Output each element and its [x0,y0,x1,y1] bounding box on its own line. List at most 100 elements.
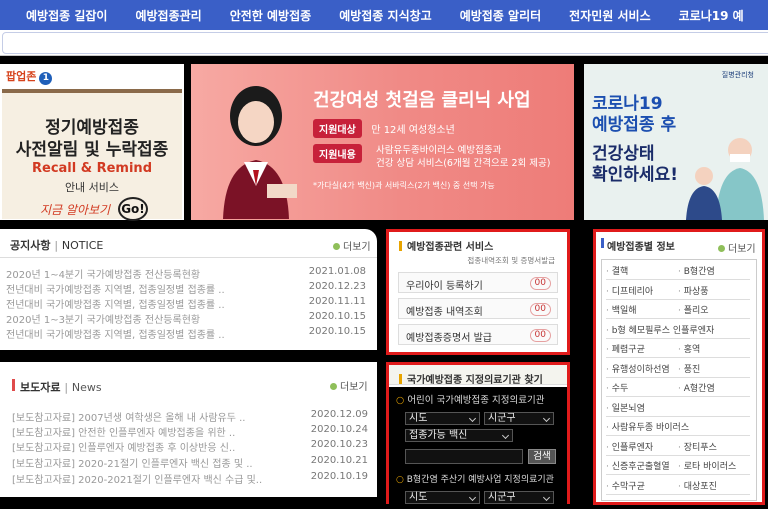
nav-notifier[interactable]: 예방접종 알리터 [460,7,541,24]
vaccine-item[interactable]: 홍역 [678,342,701,355]
vaccine-row-divider [606,415,750,417]
vaccine-item[interactable]: 파상풍 [678,284,709,297]
sido-select[interactable]: 시도 [405,412,480,425]
press-more-link[interactable]: 더보기 [330,378,368,393]
search-box[interactable] [2,32,768,54]
nav-knowledge[interactable]: 예방접종 지식창고 [339,7,432,24]
vaccine-item[interactable]: B형간염 [678,264,715,277]
recall-line2: 사전알림 및 누락접종 [15,140,169,160]
nav-e-service[interactable]: 전자민원 서비스 [569,7,650,24]
notice-row[interactable]: 2020년 1~4분기 국가예방접종 전산등록현황 2021.01.08 [6,266,368,281]
covid-title: 코로나19 예방접종 후 [592,94,677,135]
notice-row[interactable]: 전년대비 국가예방접종 지역별, 접종일정별 접종률 .. 2020.10.15 [6,326,368,341]
services-title: 예방접종관련 서비스 [399,238,493,253]
notice-more-link[interactable]: 더보기 [333,238,371,253]
banner-title: 건강여성 첫걸음 클리닉 사업 [313,90,531,111]
nav-safe[interactable]: 안전한 예방접종 [230,7,311,24]
recall-line4: 안내 서비스 [64,181,120,194]
content-row: 지원내용 [313,144,362,163]
target-row: 지원대상 만 12세 여성청소년 [313,119,455,138]
vaccine-row-divider [606,279,750,280]
nav-covid[interactable]: 코로나19 예 [679,7,744,24]
vaccine-select[interactable]: 접종가능 백신 [405,429,513,442]
services-subtitle: 접종내역조회 및 증명서발급 [467,256,555,265]
child-clinic-label: ○ 어린이 국가예방접종 지정의료기관 [396,395,545,406]
clinic-finder-box: 국가예방접종 지정의료기관 찾기 ○ 어린이 국가예방접종 지정의료기관 시도 … [386,362,570,504]
recall-remind-card[interactable]: 정기예방접종 사전알림 및 누락접종 Recall & Remind 안내 서비… [2,89,182,221]
top-nav: 예방접종 길잡이 예방접종관리 안전한 예방접종 예방접종 지식창고 예방접종 … [0,0,768,30]
sigungu-select[interactable]: 시군구 [484,412,554,425]
press-row[interactable]: [보도참고자료] 2007년생 여학생은 올해 내 사람유두 .. 2020.12… [12,409,370,424]
nav-guide[interactable]: 예방접종 길잡이 [26,7,107,24]
covid-banner[interactable]: 질병관리청 코로나19 예방접종 후 건강상태 확인하세요! [584,64,768,220]
vaccine-more-link[interactable]: 더보기 [718,240,756,255]
vaccine-item[interactable]: 디프테리아 [606,284,653,297]
notice-panel: 공지사항 | NOTICE 더보기 2020년 1~4분기 국가예방접종 전산등… [0,229,377,350]
notice-row[interactable]: 전년대비 국가예방접종 지역별, 접종일정별 접종률 .. 2020.11.11 [6,296,368,311]
vaccine-row-divider [606,435,750,436]
recall-line5: 지금 알아보기 [40,203,111,217]
sub-bar [0,30,768,56]
clinic-finder-title: 국가예방접종 지정의료기관 찾기 [399,371,543,386]
vaccine-item[interactable]: 인플루엔자 [606,440,653,453]
vaccine-row-divider [606,396,750,397]
go-button[interactable]: Go! [118,197,148,221]
vaccination-services-box: 예방접종관련 서비스 접종내역조회 및 증명서발급 우리아이 등록하기 00 예방… [386,229,570,355]
notice-heading: 공지사항 | NOTICE [10,239,104,252]
covid-subtitle: 건강상태 확인하세요! [592,144,678,185]
recall-line3: Recall & Remind [32,161,152,176]
certificate-button[interactable]: 예방접종증명서 발급 00 [398,324,558,345]
clinic-search-button[interactable]: 검색 [528,449,556,464]
press-panel: 보도자료 | News 더보기 [보도참고자료] 2007년생 여학생은 올해 … [0,362,377,497]
vaccine-item[interactable]: 결핵 [606,264,629,277]
history-lookup-button[interactable]: 예방접종 내역조회 00 [398,298,558,319]
vaccine-item[interactable]: 유행성이하선염 [606,362,670,375]
hepb-clinic-label: ○ B형간염 주산기 예방사업 지정의료기관 [396,475,554,485]
vaccine-item[interactable]: 장티푸스 [678,440,717,453]
vaccine-list: 결핵 B형간염디프테리아 파상풍백일해 폴리오 b형 헤모필루스 인플루엔자폐렴구균 홍역… [601,259,757,501]
press-row[interactable]: [보도참고자료] 인플루엔자 예방접종 후 이상반응 신.. 2020.10.23 [12,439,370,454]
vaccine-item[interactable]: A형간염 [678,381,715,394]
target-tag: 지원대상 [313,119,362,138]
press-accent [12,379,15,391]
vaccine-item[interactable]: 폐렴구균 [606,342,645,355]
vaccine-row-divider [606,454,750,456]
popup-zone[interactable]: 팝업존 1 정기예방접종 사전알림 및 누락접종 Recall & Remind … [0,64,184,221]
notice-row[interactable]: 전년대비 국가예방접종 지역별, 접종일정별 접종률 .. 2020.12.23 [6,281,368,296]
vaccine-item[interactable]: 신증후군출혈열 [606,459,670,472]
target-text: 만 12세 여성청소년 [371,125,455,136]
vaccine-row-divider [606,337,750,339]
vaccine-item[interactable]: 대상포진 [678,479,717,492]
nav-management[interactable]: 예방접종관리 [135,7,201,24]
student-illustration [223,86,297,219]
kdca-logo: 질병관리청 [721,71,754,79]
press-row[interactable]: [보도참고자료] 2020-2021절기 인플루엔자 백신 수급 및.. 2020… [12,471,370,486]
vaccine-item[interactable]: 백일해 [606,303,637,316]
press-row[interactable]: [보도참고자료] 2020-21절기 인플루엔자 백신 접종 및 .. 2020.… [12,455,370,470]
banner-note: *가다실(4가 백신)과 서바릭스(2가 백신) 중 선택 가능 [313,181,495,190]
notice-row[interactable]: 2020년 1~3분기 국가예방접종 전산등록현황 2020.10.15 [6,311,368,326]
vaccine-row-divider [606,474,750,475]
vaccine-item[interactable]: 사람유두종 바이러스 [606,420,689,433]
clinic-search-input[interactable] [405,449,523,464]
clinic-banner[interactable]: 건강여성 첫걸음 클리닉 사업 지원대상 만 12세 여성청소년 지원내용 사람… [191,64,574,220]
vaccine-row-divider [606,298,750,300]
content-text-2: 건강 상담 서비스(6개월 간격으로 2회 제공) [376,158,551,169]
register-child-button[interactable]: 우리아이 등록하기 00 [398,272,558,293]
vaccine-item[interactable]: 수막구균 [606,479,645,492]
press-row[interactable]: [보도참고자료] 안전한 인플루엔자 예방접종을 위한 .. 2020.10.24 [12,424,370,439]
content-text-1: 사람유두종바이러스 예방접종과 [376,145,502,156]
sido-select-2[interactable]: 시도 [405,491,480,504]
vaccine-item[interactable]: 폴리오 [678,303,709,316]
vaccine-item[interactable]: 일본뇌염 [606,401,645,414]
sigungu-select-2[interactable]: 시군구 [484,491,554,504]
vaccine-item[interactable]: 로타 바이러스 [678,459,737,472]
vaccine-item[interactable]: 수두 [606,381,629,394]
vaccine-accent [601,238,604,248]
vaccine-item[interactable]: b형 헤모필루스 인플루엔자 [606,323,715,336]
vaccine-item[interactable]: 풍진 [678,362,701,375]
vaccine-row-divider [606,376,750,378]
popup-page-number: 1 [39,72,53,85]
vaccine-row-divider [606,318,750,319]
vaccine-row-divider [606,493,750,495]
